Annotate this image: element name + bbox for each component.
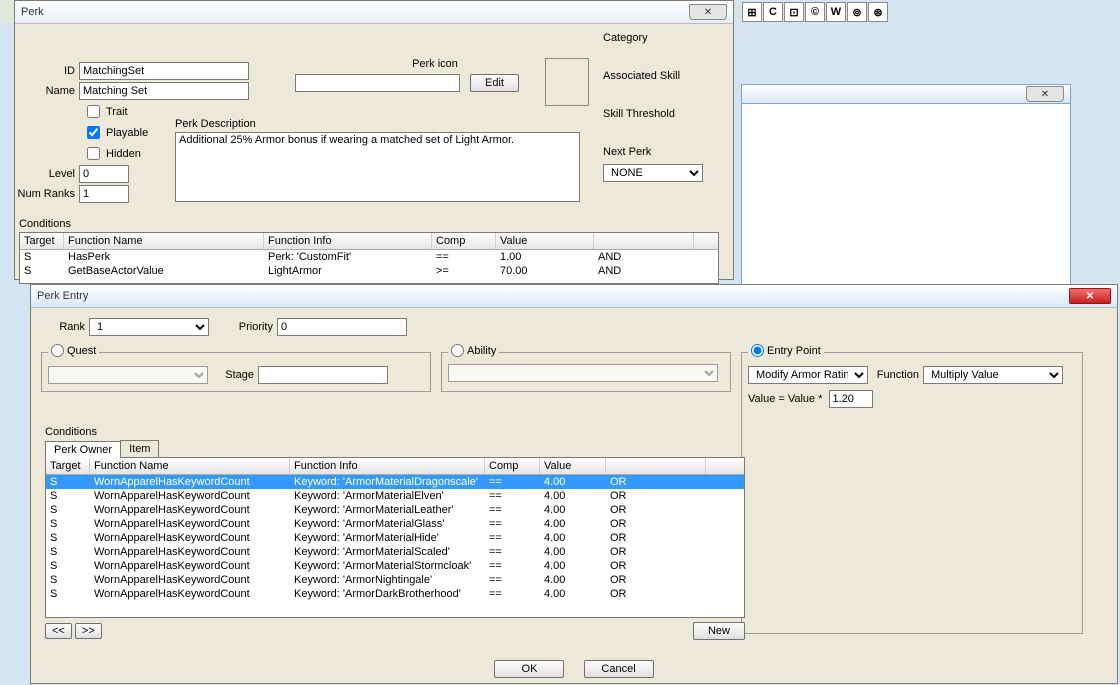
entry-conditions-label: Conditions <box>45 426 745 438</box>
id-label: ID <box>15 65 79 77</box>
category-label: Category <box>603 32 723 44</box>
ok-button[interactable]: OK <box>494 660 564 678</box>
function-label: Function <box>868 369 923 381</box>
tab-item[interactable]: Item <box>120 440 159 457</box>
icon-preview <box>545 58 589 106</box>
entry-conditions-grid[interactable]: TargetFunction NameFunction InfoCompValu… <box>45 458 745 618</box>
toolbar-icon[interactable]: ⊛ <box>868 2 888 22</box>
ability-radio[interactable]: Ability <box>451 344 496 357</box>
next-button[interactable]: >> <box>75 623 102 639</box>
priority-input[interactable] <box>277 318 407 336</box>
table-row[interactable]: SWornApparelHasKeywordCountKeyword: 'Arm… <box>46 503 744 517</box>
perk-window-title: Perk <box>21 6 44 18</box>
table-row[interactable]: SWornApparelHasKeywordCountKeyword: 'Arm… <box>46 517 744 531</box>
id-input[interactable] <box>79 62 249 80</box>
entrypoint-radio[interactable]: Entry Point <box>751 344 821 357</box>
table-row[interactable]: SWornApparelHasKeywordCountKeyword: 'Arm… <box>46 587 744 601</box>
new-button[interactable]: New <box>693 622 745 640</box>
desc-textarea[interactable]: Additional 25% Armor bonus if wearing a … <box>175 132 580 202</box>
quest-select <box>48 366 208 384</box>
cancel-button[interactable]: Cancel <box>584 660 654 678</box>
table-row[interactable]: SWornApparelHasKeywordCountKeyword: 'Arm… <box>46 545 744 559</box>
level-label: Level <box>15 168 79 180</box>
perkicon-input[interactable] <box>295 74 460 92</box>
entry-window-title: Perk Entry <box>37 290 88 302</box>
conditions-grid[interactable]: TargetFunction NameFunction InfoCompValu… <box>19 232 719 284</box>
table-row[interactable]: SWornApparelHasKeywordCountKeyword: 'Arm… <box>46 559 744 573</box>
rank-select[interactable]: 1 <box>89 318 209 336</box>
desc-label: Perk Description <box>175 118 585 130</box>
perk-close-button[interactable]: ✕ <box>689 4 727 20</box>
name-input[interactable] <box>79 82 249 100</box>
prev-button[interactable]: << <box>45 623 72 639</box>
quest-radio[interactable]: Quest <box>51 344 96 357</box>
assoc-skill-label: Associated Skill <box>603 70 723 82</box>
toolbar-icon[interactable]: ⊞ <box>742 2 762 22</box>
conditions-label: Conditions <box>19 218 719 230</box>
skill-thresh-label: Skill Threshold <box>603 108 723 120</box>
next-perk-label: Next Perk <box>603 146 723 158</box>
edit-button[interactable]: Edit <box>470 74 519 92</box>
entrypoint-select[interactable]: Modify Armor Rating <box>748 366 868 384</box>
table-row[interactable]: SGetBaseActorValueLightArmor>=70.00AND <box>20 264 718 278</box>
stage-label: Stage <box>208 369 258 381</box>
numranks-label: Num Ranks <box>15 188 79 200</box>
level-input[interactable] <box>79 165 129 183</box>
next-perk-select[interactable]: NONE <box>603 164 703 182</box>
name-label: Name <box>15 85 79 97</box>
toolbar-icon[interactable]: ⊚ <box>847 2 867 22</box>
toolbar-icon[interactable]: © <box>805 2 825 22</box>
toolbar-icon[interactable]: C <box>763 2 783 22</box>
trait-checkbox[interactable]: Trait <box>83 102 128 121</box>
tab-perk-owner[interactable]: Perk Owner <box>45 441 121 458</box>
value-input[interactable] <box>829 390 873 408</box>
table-row[interactable]: SHasPerkPerk: 'CustomFit'==1.00AND <box>20 250 718 264</box>
ability-select <box>448 364 718 382</box>
table-row[interactable]: SWornApparelHasKeywordCountKeyword: 'Arm… <box>46 475 744 489</box>
toolbar-icon[interactable]: W <box>826 2 846 22</box>
table-row[interactable]: SWornApparelHasKeywordCountKeyword: 'Arm… <box>46 573 744 587</box>
entry-close-button[interactable]: ✕ <box>1069 288 1111 304</box>
priority-label: Priority <box>217 321 277 333</box>
stage-input <box>258 366 388 384</box>
numranks-input[interactable] <box>79 185 129 203</box>
rank-label: Rank <box>39 321 89 333</box>
toolbar-icon[interactable]: ⊡ <box>784 2 804 22</box>
perkicon-label: Perk icon <box>295 58 575 70</box>
function-select[interactable]: Multiply Value <box>923 366 1063 384</box>
bg-close-button[interactable]: ✕ <box>1026 86 1064 102</box>
playable-checkbox[interactable]: Playable <box>83 123 148 142</box>
table-row[interactable]: SWornApparelHasKeywordCountKeyword: 'Arm… <box>46 531 744 545</box>
table-row[interactable]: SWornApparelHasKeywordCountKeyword: 'Arm… <box>46 489 744 503</box>
hidden-checkbox[interactable]: Hidden <box>83 144 141 163</box>
value-label: Value = Value * <box>748 393 823 405</box>
